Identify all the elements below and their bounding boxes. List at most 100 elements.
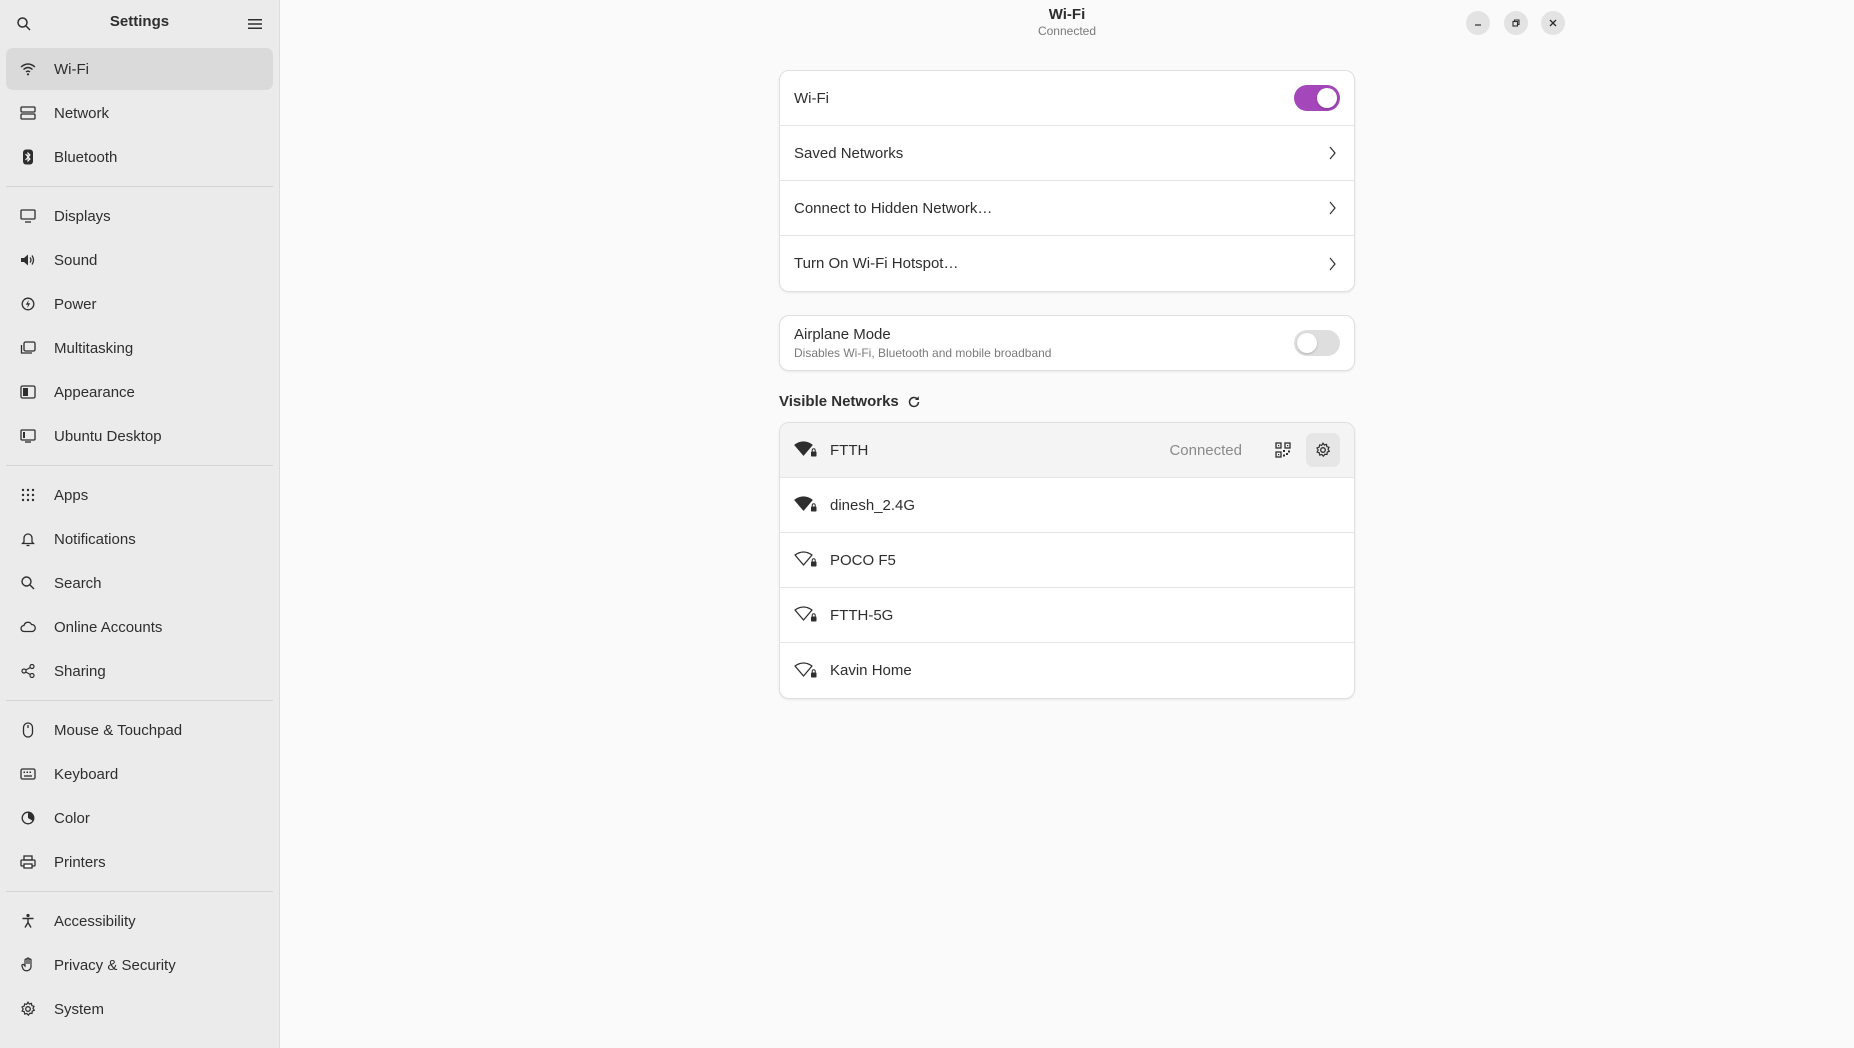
sidebar-nav: Wi-Fi Network Bluetooth Displays Sound Power M… bbox=[0, 48, 279, 1030]
wifi-signal-weak-locked-icon bbox=[794, 606, 820, 624]
chevron-right-icon bbox=[1324, 256, 1340, 272]
wifi-signal-weak-locked-icon bbox=[794, 551, 820, 569]
chevron-right-icon bbox=[1324, 145, 1340, 161]
sidebar-item-displays[interactable]: Displays bbox=[6, 195, 273, 237]
refresh-spinner-icon bbox=[908, 395, 920, 407]
restore-button[interactable] bbox=[1504, 11, 1528, 35]
sidebar-item-label: Mouse & Touchpad bbox=[54, 721, 183, 739]
sidebar-item-power[interactable]: Power bbox=[6, 283, 273, 325]
keyboard-icon bbox=[20, 766, 36, 782]
sidebar-item-label: Accessibility bbox=[54, 912, 136, 930]
multitasking-icon bbox=[20, 340, 36, 356]
qr-code-button[interactable] bbox=[1266, 433, 1300, 467]
hidden-network-row[interactable]: Connect to Hidden Network… bbox=[780, 181, 1354, 236]
sidebar-item-printers[interactable]: Printers bbox=[6, 841, 273, 883]
network-name: Kavin Home bbox=[830, 662, 912, 679]
visible-networks-list: FTTH Connected dinesh_2.4G POCO F5 FTTH-5G Ka… bbox=[779, 422, 1355, 699]
minimize-button[interactable] bbox=[1466, 11, 1490, 35]
bluetooth-icon bbox=[20, 149, 36, 165]
gear-icon bbox=[1315, 442, 1331, 458]
switch-knob bbox=[1297, 333, 1317, 353]
sidebar-item-apps[interactable]: Apps bbox=[6, 474, 273, 516]
search-icon bbox=[20, 575, 36, 591]
network-row[interactable]: dinesh_2.4G bbox=[780, 478, 1354, 533]
network-row[interactable]: POCO F5 bbox=[780, 533, 1354, 588]
airplane-mode-row[interactable]: Airplane Mode Disables Wi-Fi, Bluetooth … bbox=[780, 316, 1354, 370]
sidebar-item-notifications[interactable]: Notifications bbox=[6, 518, 273, 560]
sidebar-item-search[interactable]: Search bbox=[6, 562, 273, 604]
sidebar-item-bluetooth[interactable]: Bluetooth bbox=[6, 136, 273, 178]
sidebar-item-label: Displays bbox=[54, 207, 111, 225]
wifi-signal-strong-locked-icon bbox=[794, 496, 820, 514]
sidebar-item-accessibility[interactable]: Accessibility bbox=[6, 900, 273, 942]
sidebar-item-multitasking[interactable]: Multitasking bbox=[6, 327, 273, 369]
sidebar-item-label: Multitasking bbox=[54, 339, 134, 357]
sidebar-item-online-accounts[interactable]: Online Accounts bbox=[6, 606, 273, 648]
cloud-icon bbox=[20, 619, 36, 635]
hand-icon bbox=[20, 957, 36, 973]
airplane-mode-card: Airplane Mode Disables Wi-Fi, Bluetooth … bbox=[779, 315, 1355, 371]
sidebar-separator bbox=[6, 186, 273, 187]
network-row[interactable]: Kavin Home bbox=[780, 643, 1354, 698]
sidebar-item-label: Color bbox=[54, 809, 90, 827]
sidebar-item-system[interactable]: System bbox=[6, 988, 273, 1030]
sidebar-item-appearance[interactable]: Appearance bbox=[6, 371, 273, 413]
sidebar-item-mouse-touchpad[interactable]: Mouse & Touchpad bbox=[6, 709, 273, 751]
airplane-mode-switch[interactable] bbox=[1294, 330, 1340, 356]
header-bar: Wi-Fi Connected bbox=[280, 0, 1854, 46]
saved-networks-row[interactable]: Saved Networks bbox=[780, 126, 1354, 181]
airplane-mode-texts: Airplane Mode Disables Wi-Fi, Bluetooth … bbox=[794, 326, 1294, 360]
restore-icon bbox=[1512, 19, 1520, 27]
display-icon bbox=[20, 208, 36, 224]
network-row[interactable]: FTTH Connected bbox=[780, 423, 1354, 478]
network-settings-button[interactable] bbox=[1306, 433, 1340, 467]
airplane-mode-description: Disables Wi-Fi, Bluetooth and mobile bro… bbox=[794, 346, 1052, 360]
airplane-mode-label: Airplane Mode bbox=[794, 326, 891, 343]
sidebar-item-keyboard[interactable]: Keyboard bbox=[6, 753, 273, 795]
sidebar-header: Settings bbox=[0, 0, 279, 46]
wifi-icon bbox=[20, 61, 36, 77]
chevron-right-icon bbox=[1324, 200, 1340, 216]
mouse-icon bbox=[20, 722, 36, 738]
wifi-settings-card: Wi-Fi Saved Networks Connect to Hidden N… bbox=[779, 70, 1355, 292]
network-name: dinesh_2.4G bbox=[830, 496, 916, 514]
network-name: FTTH-5G bbox=[830, 606, 894, 624]
minimize-icon bbox=[1475, 24, 1481, 26]
page-subtitle: Connected bbox=[1037, 24, 1097, 38]
network-row[interactable]: FTTH-5G bbox=[780, 588, 1354, 643]
close-button[interactable] bbox=[1541, 11, 1565, 35]
wifi-panel: Wi-Fi Saved Networks Connect to Hidden N… bbox=[779, 70, 1355, 699]
sidebar-separator bbox=[6, 465, 273, 466]
sidebar-item-label: Search bbox=[54, 574, 102, 592]
sidebar-separator bbox=[6, 891, 273, 892]
printer-icon bbox=[20, 854, 36, 870]
wifi-label: Wi-Fi bbox=[794, 89, 829, 107]
sidebar-item-color[interactable]: Color bbox=[6, 797, 273, 839]
sidebar-item-sound[interactable]: Sound bbox=[6, 239, 273, 281]
sidebar-item-label: Network bbox=[54, 104, 110, 122]
apps-grid-icon bbox=[20, 487, 36, 503]
sidebar-item-sharing[interactable]: Sharing bbox=[6, 650, 273, 692]
sidebar-item-privacy-security[interactable]: Privacy & Security bbox=[6, 944, 273, 986]
appearance-icon bbox=[20, 384, 36, 400]
main-menu-button[interactable] bbox=[243, 12, 267, 36]
wifi-toggle-row[interactable]: Wi-Fi bbox=[780, 71, 1354, 126]
network-icon bbox=[20, 105, 36, 121]
color-icon bbox=[20, 810, 36, 826]
sidebar-item-label: Online Accounts bbox=[54, 618, 163, 636]
sidebar-item-label: Keyboard bbox=[54, 765, 119, 783]
sidebar-item-label: Notifications bbox=[54, 530, 136, 548]
visible-networks-title: Visible Networks bbox=[779, 393, 899, 410]
hotspot-row[interactable]: Turn On Wi-Fi Hotspot… bbox=[780, 236, 1354, 291]
sidebar-item-label: Wi-Fi bbox=[54, 60, 89, 78]
share-icon bbox=[20, 663, 36, 679]
sidebar-item-label: Privacy & Security bbox=[54, 956, 176, 974]
sidebar-item-ubuntu-desktop[interactable]: Ubuntu Desktop bbox=[6, 415, 273, 457]
bell-icon bbox=[20, 531, 36, 547]
sidebar-item-wi-fi[interactable]: Wi-Fi bbox=[6, 48, 273, 90]
wifi-switch[interactable] bbox=[1294, 85, 1340, 111]
speaker-icon bbox=[20, 252, 36, 268]
network-name: POCO F5 bbox=[830, 551, 896, 569]
sidebar-item-network[interactable]: Network bbox=[6, 92, 273, 134]
sidebar-item-label: Appearance bbox=[54, 383, 135, 401]
